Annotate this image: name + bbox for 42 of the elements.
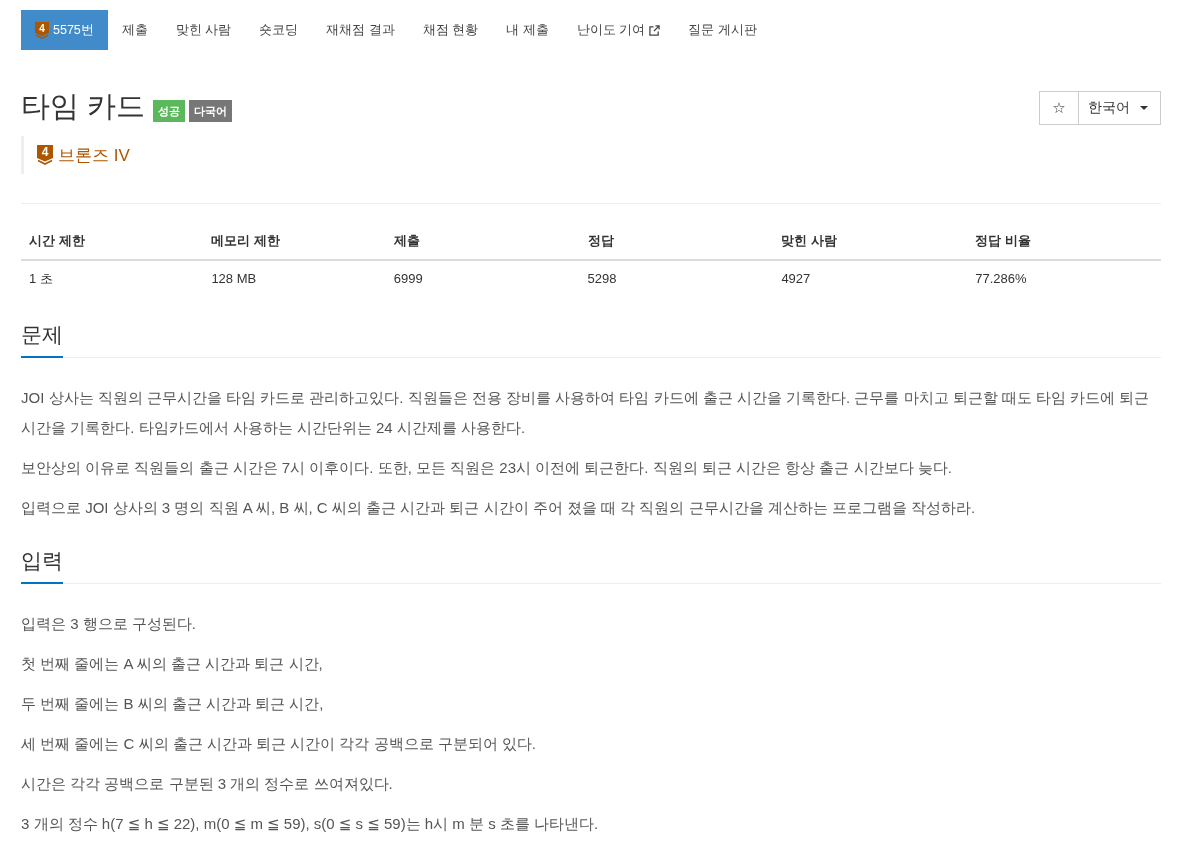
- tier-link[interactable]: 브론즈 IV: [58, 143, 130, 167]
- paragraph: 시간은 각각 공백으로 구분된 3 개의 정수로 쓰여져있다.: [21, 774, 394, 794]
- tier-badge: 4: [37, 145, 53, 165]
- paragraph: 두 번째 줄에는 B 씨의 출근 시간과 퇴근 시간,: [21, 694, 325, 714]
- language-dropdown[interactable]: 한국어: [1079, 91, 1161, 125]
- section-heading: 문제: [21, 323, 63, 358]
- external-link-icon: [649, 24, 661, 36]
- column-header: 제출: [385, 223, 580, 260]
- nav-tab[interactable]: 난이도 기여: [562, 10, 675, 50]
- table-cell: 1 초: [21, 260, 204, 297]
- column-header: 맞힌 사람: [773, 223, 968, 260]
- nav-tab[interactable]: 4 5575번: [21, 10, 108, 50]
- table-cell: 4927: [773, 260, 968, 297]
- caret-icon: [1140, 106, 1148, 110]
- paragraph: JOI 상사는 직원의 근무시간을 타임 카드로 관리하고있다. 직원들은 전용 장비를 사용하여 타임 카드에 출근 시간을 기록한다. 근무를 마치고 퇴근할 때도 타임 카드에 퇴근 시간을 기록한다. 타임카드에서 사용하는 시간단위는 24 시간제를 사용한다.: [21, 388, 1151, 438]
- nav-tab[interactable]: 제출: [107, 10, 162, 50]
- paragraph: 3 개의 정수 h(7 ≦ h ≦ 22), m(0 ≦ m ≦ 59), s(0 ≦ s ≦ 59)는 h시 m 분 s 초를 나타낸다.: [21, 814, 600, 834]
- nav-tab[interactable]: 숏코딩: [245, 10, 313, 50]
- paragraph: 입력은 3 행으로 구성된다.: [21, 614, 197, 634]
- column-header: 정답 비율: [967, 223, 1161, 260]
- table-cell: 5298: [579, 260, 774, 297]
- column-header: 정답: [579, 223, 774, 260]
- column-header: 메모리 제한: [203, 223, 386, 260]
- problem-title: 타임 카드: [21, 89, 146, 124]
- nav-tab[interactable]: 재채점 결과: [312, 10, 409, 50]
- star-button[interactable]: ☆: [1039, 91, 1079, 125]
- status-label: 성공: [153, 100, 186, 122]
- nav-tab[interactable]: 내 제출: [492, 10, 563, 50]
- nav-tab[interactable]: 채점 현황: [408, 10, 493, 50]
- paragraph: 보안상의 이유로 직원들의 출근 시간은 7시 이후이다. 또한, 모든 직원은 23시 이전에 퇴근한다. 직원의 퇴근 시간은 항상 출근 시간보다 늦다.: [21, 458, 953, 478]
- tier-badge: 4: [35, 21, 49, 39]
- paragraph: 세 번째 줄에는 C 씨의 출근 시간과 퇴근 시간이 각각 공백으로 구분되어 있다.: [21, 734, 537, 754]
- table-cell: 128 MB: [203, 260, 386, 297]
- paragraph: 첫 번째 줄에는 A 씨의 출근 시간과 퇴근 시간,: [21, 654, 324, 674]
- column-header: 시간 제한: [21, 223, 204, 260]
- table-cell: 77.286%: [967, 260, 1161, 297]
- table-cell: 6999: [385, 260, 580, 297]
- status-label: 다국어: [189, 100, 233, 122]
- nav-tab[interactable]: 질문 게시판: [674, 10, 771, 50]
- paragraph: 입력으로 JOI 상사의 3 명의 직원 A 씨, B 씨, C 씨의 출근 시간과 퇴근 시간이 주어 졌을 때 각 직원의 근무시간을 계산하는 프로그램을 작성하라.: [21, 498, 977, 518]
- nav-tab[interactable]: 맞힌 사람: [161, 10, 246, 50]
- section-heading: 입력: [21, 549, 63, 584]
